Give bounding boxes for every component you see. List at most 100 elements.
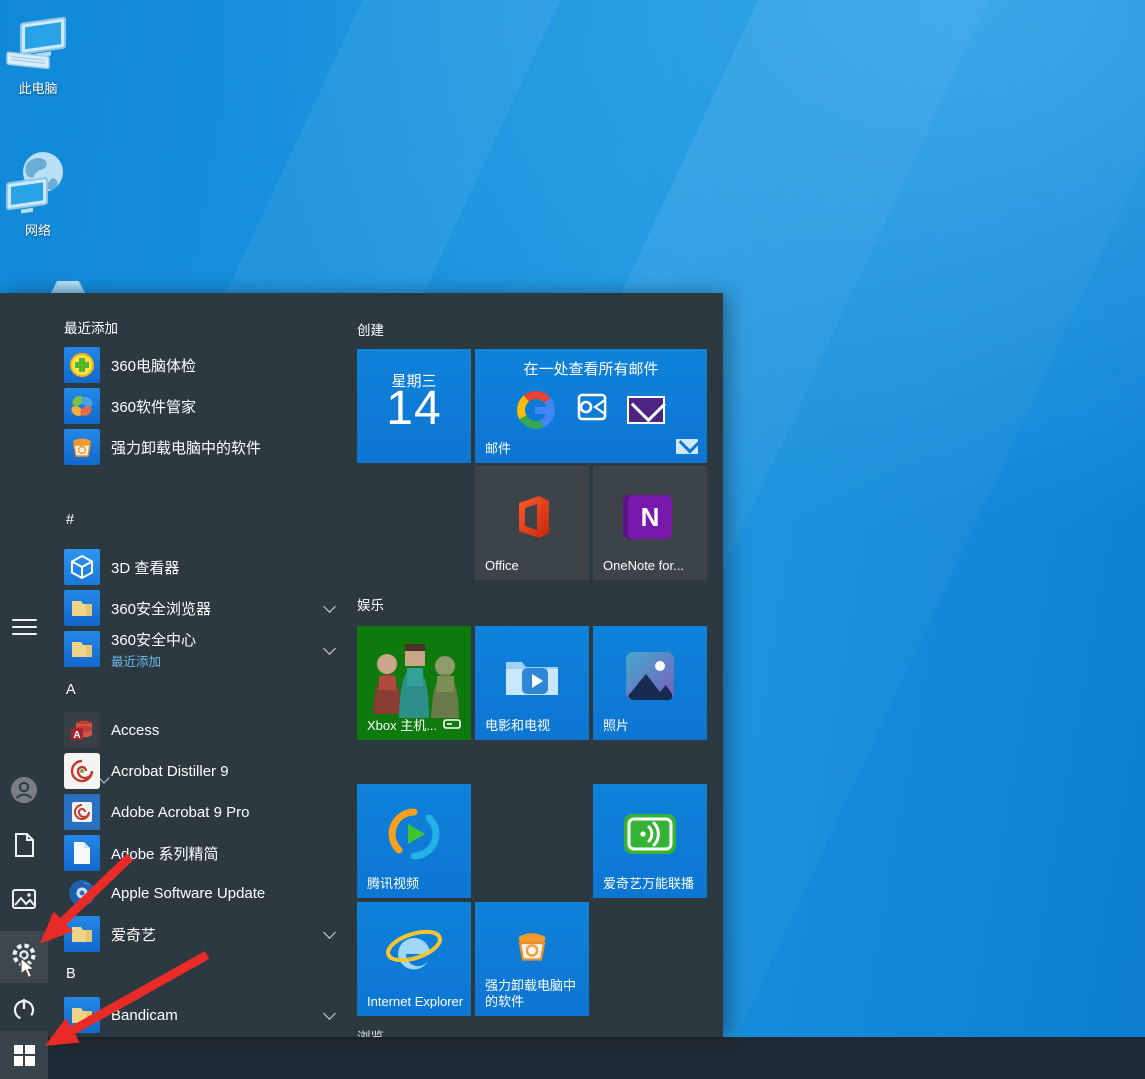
onenote-logo-icon: N bbox=[628, 495, 672, 539]
tile-label: 照片 bbox=[603, 718, 629, 734]
pictures-icon bbox=[12, 889, 36, 914]
power-icon bbox=[12, 997, 36, 1026]
app-label: Acrobat Distiller 9 bbox=[111, 763, 229, 780]
tile-iqiyi-cast[interactable]: 爱奇艺万能联播 bbox=[593, 784, 707, 898]
tile-internet-explorer[interactable]: Internet Explorer bbox=[357, 902, 471, 1016]
app-sublabel: 最近添加 bbox=[111, 651, 196, 670]
xbox-console-icon bbox=[443, 718, 461, 734]
desktop-icon-this-pc[interactable]: 此电脑 bbox=[0, 14, 76, 97]
tile-movies-tv[interactable]: 电影和电视 bbox=[475, 626, 589, 740]
tile-force-uninstall[interactable]: 强力卸载电脑中的软件 bbox=[475, 902, 589, 1016]
photos-icon bbox=[593, 626, 707, 726]
chevron-down-icon bbox=[323, 1007, 336, 1020]
app-folder-bandicam[interactable]: Bandicam bbox=[60, 995, 348, 1035]
svg-text:A: A bbox=[73, 730, 80, 741]
app-folder-iqiyi[interactable]: 爱奇艺 bbox=[60, 914, 348, 954]
internet-explorer-icon bbox=[357, 902, 471, 994]
recent-header: 最近添加 bbox=[64, 317, 118, 337]
this-pc-icon bbox=[0, 14, 76, 76]
access-icon: A bbox=[64, 712, 100, 748]
app-item-adobe-series[interactable]: Adobe 系列精简 bbox=[60, 833, 348, 873]
desktop-icon-label: 网络 bbox=[0, 220, 76, 239]
360-software-manager-icon bbox=[64, 388, 100, 424]
app-label: 360软件管家 bbox=[111, 396, 196, 417]
settings-icon bbox=[11, 942, 37, 973]
tile-label: 爱奇艺万能联播 bbox=[603, 876, 694, 892]
apple-software-update-icon bbox=[64, 875, 100, 911]
start-button[interactable] bbox=[0, 1031, 48, 1079]
tile-mail[interactable]: 在一处查看所有邮件 邮件 bbox=[475, 349, 707, 463]
tile-label: OneNote for... bbox=[603, 558, 684, 574]
folder-icon bbox=[64, 631, 100, 667]
uninstall-bucket-icon bbox=[64, 429, 100, 465]
app-label: 强力卸载电脑中的软件 bbox=[111, 437, 261, 458]
app-item-adobe-acrobat-9-pro[interactable]: Adobe Acrobat 9 Pro bbox=[60, 792, 348, 832]
tile-group-create[interactable]: 创建 bbox=[357, 319, 384, 339]
tile-label: 电影和电视 bbox=[485, 718, 550, 734]
desktop-icon-label: 此电脑 bbox=[0, 78, 76, 97]
app-label-text: 360安全中心 bbox=[111, 632, 196, 649]
tile-group-entertainment[interactable]: 娱乐 bbox=[357, 594, 384, 614]
tile-label: Internet Explorer bbox=[367, 994, 463, 1010]
tile-label: 邮件 bbox=[485, 441, 511, 457]
adobe-acrobat-icon bbox=[64, 794, 100, 830]
documents-button[interactable] bbox=[0, 823, 48, 871]
purple-mail-icon bbox=[627, 396, 665, 424]
app-item-3d-viewer[interactable]: 3D 查看器 bbox=[60, 547, 348, 587]
tile-photos[interactable]: 照片 bbox=[593, 626, 707, 740]
app-label: 360安全中心 最近添加 bbox=[111, 629, 196, 670]
app-folder-360-browser[interactable]: 360安全浏览器 bbox=[60, 588, 348, 628]
app-item-acrobat-distiller[interactable]: Acrobat Distiller 9 bbox=[60, 751, 348, 791]
uninstall-bucket-icon bbox=[475, 902, 589, 990]
chevron-down-icon bbox=[323, 642, 336, 655]
settings-button[interactable] bbox=[0, 931, 48, 983]
tile-group-partial[interactable]: 浏览 bbox=[357, 1026, 384, 1037]
tile-xbox[interactable]: Xbox 主机... bbox=[357, 626, 471, 740]
hidden-desktop-icon-partial bbox=[51, 281, 85, 293]
app-folder-360-security-center[interactable]: 360安全中心 最近添加 bbox=[60, 626, 348, 672]
tile-label: 强力卸载电脑中的软件 bbox=[485, 978, 585, 1010]
tile-label: Xbox 主机... bbox=[367, 718, 437, 734]
app-item-360-software-manager[interactable]: 360软件管家 bbox=[60, 386, 348, 426]
section-letter-a[interactable]: A bbox=[66, 682, 76, 698]
folder-icon bbox=[64, 590, 100, 626]
app-label: 爱奇艺 bbox=[111, 924, 156, 945]
app-item-apple-software-update[interactable]: Apple Software Update bbox=[60, 873, 348, 913]
app-label: 3D 查看器 bbox=[111, 557, 179, 578]
documents-icon bbox=[13, 833, 35, 862]
tile-onenote[interactable]: N OneNote for... bbox=[593, 466, 707, 580]
3d-viewer-cube-icon bbox=[64, 549, 100, 585]
iqiyi-cast-icon bbox=[593, 784, 707, 884]
tile-label: Office bbox=[485, 558, 519, 574]
folder-icon bbox=[64, 997, 100, 1033]
app-label: Adobe 系列精简 bbox=[111, 843, 219, 864]
user-icon bbox=[10, 776, 38, 809]
movies-tv-icon bbox=[475, 626, 589, 726]
tile-tencent-video[interactable]: 腾讯视频 bbox=[357, 784, 471, 898]
app-item-force-uninstall[interactable]: 强力卸载电脑中的软件 bbox=[60, 427, 348, 467]
power-button[interactable] bbox=[0, 987, 48, 1035]
mail-caption: 在一处查看所有邮件 bbox=[475, 358, 707, 379]
app-item-360-pc-check[interactable]: 360电脑体检 bbox=[60, 345, 348, 385]
mail-badge-icon bbox=[676, 439, 698, 454]
chevron-down-icon bbox=[323, 926, 336, 939]
windows-logo-icon bbox=[14, 1045, 35, 1066]
tile-calendar[interactable]: 星期三 14 bbox=[357, 349, 471, 463]
app-label: Adobe Acrobat 9 Pro bbox=[111, 804, 249, 821]
menu-expand-button[interactable] bbox=[0, 603, 48, 651]
app-label: 360电脑体检 bbox=[111, 355, 196, 376]
tile-office[interactable]: Office bbox=[475, 466, 589, 580]
calendar-day: 14 bbox=[357, 381, 471, 436]
section-letter-b[interactable]: B bbox=[66, 966, 76, 982]
section-letter-hash[interactable]: # bbox=[66, 512, 74, 528]
hamburger-icon bbox=[12, 614, 37, 640]
user-account-button[interactable] bbox=[0, 768, 48, 816]
start-menu: 最近添加 360电脑体检 360软件管家 bbox=[0, 293, 723, 1037]
tencent-video-icon bbox=[357, 784, 471, 884]
pictures-button[interactable] bbox=[0, 877, 48, 925]
app-label: 360安全浏览器 bbox=[111, 598, 211, 619]
desktop: 此电脑 网络 bbox=[0, 0, 1145, 1079]
app-item-access[interactable]: A Access bbox=[60, 710, 348, 750]
taskbar[interactable] bbox=[0, 1037, 1145, 1079]
desktop-icon-network[interactable]: 网络 bbox=[0, 148, 76, 239]
